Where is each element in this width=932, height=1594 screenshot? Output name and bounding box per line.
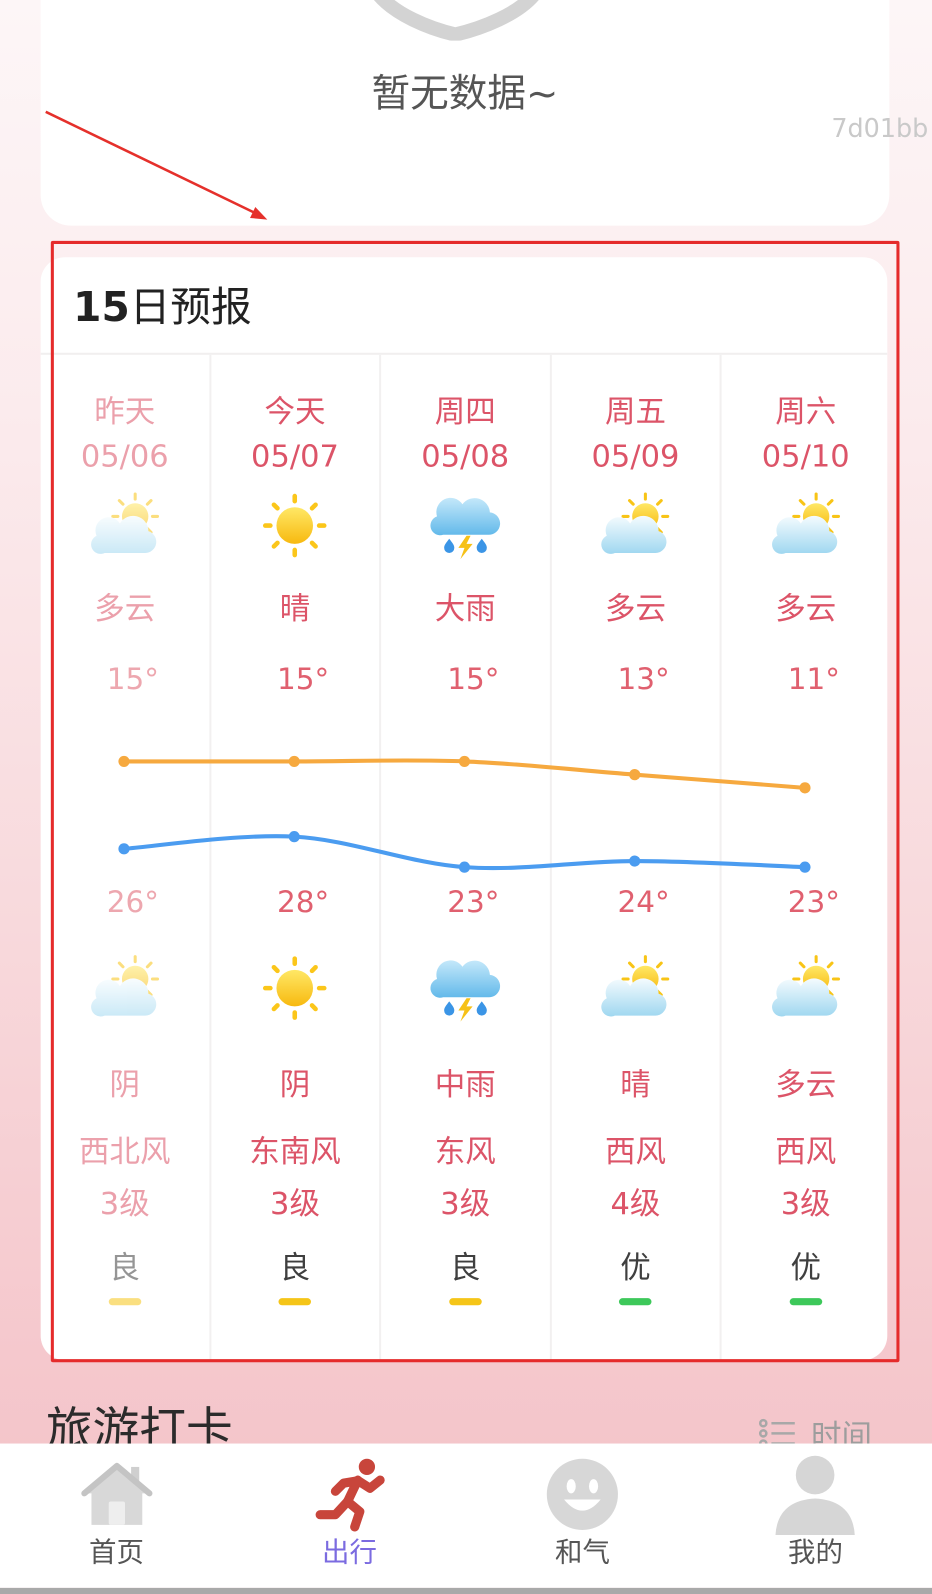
bottom-tab-bar: 首页 出行 和气 我的 [0, 1443, 932, 1588]
tab-travel[interactable]: 出行 [233, 1444, 466, 1588]
tab-mine[interactable]: 我的 [699, 1444, 932, 1588]
tab-label: 和气 [555, 1537, 610, 1569]
annotation-highlight-box [50, 240, 900, 1363]
tab-home[interactable]: 首页 [0, 1444, 233, 1588]
app-screen: 暂无数据~ 7d01bb 15日预报 昨天 05/06 多云 15° 26° 阴西北风 3级… [0, 0, 932, 1594]
code-text: 7d01bb [831, 113, 929, 144]
tab-label: 首页 [89, 1537, 144, 1569]
tab-label: 我的 [788, 1537, 843, 1569]
home-icon [80, 1454, 153, 1535]
tab-label-active: 出行 [322, 1537, 377, 1569]
person-icon [772, 1454, 859, 1536]
tab-harmony[interactable]: 和气 [466, 1444, 699, 1588]
screen-bottom-edge [0, 1587, 932, 1594]
empty-data-text: 暂无数据~ [371, 71, 559, 116]
running-icon [311, 1454, 388, 1535]
shield-icon [374, 0, 539, 41]
smiley-icon [545, 1454, 620, 1535]
